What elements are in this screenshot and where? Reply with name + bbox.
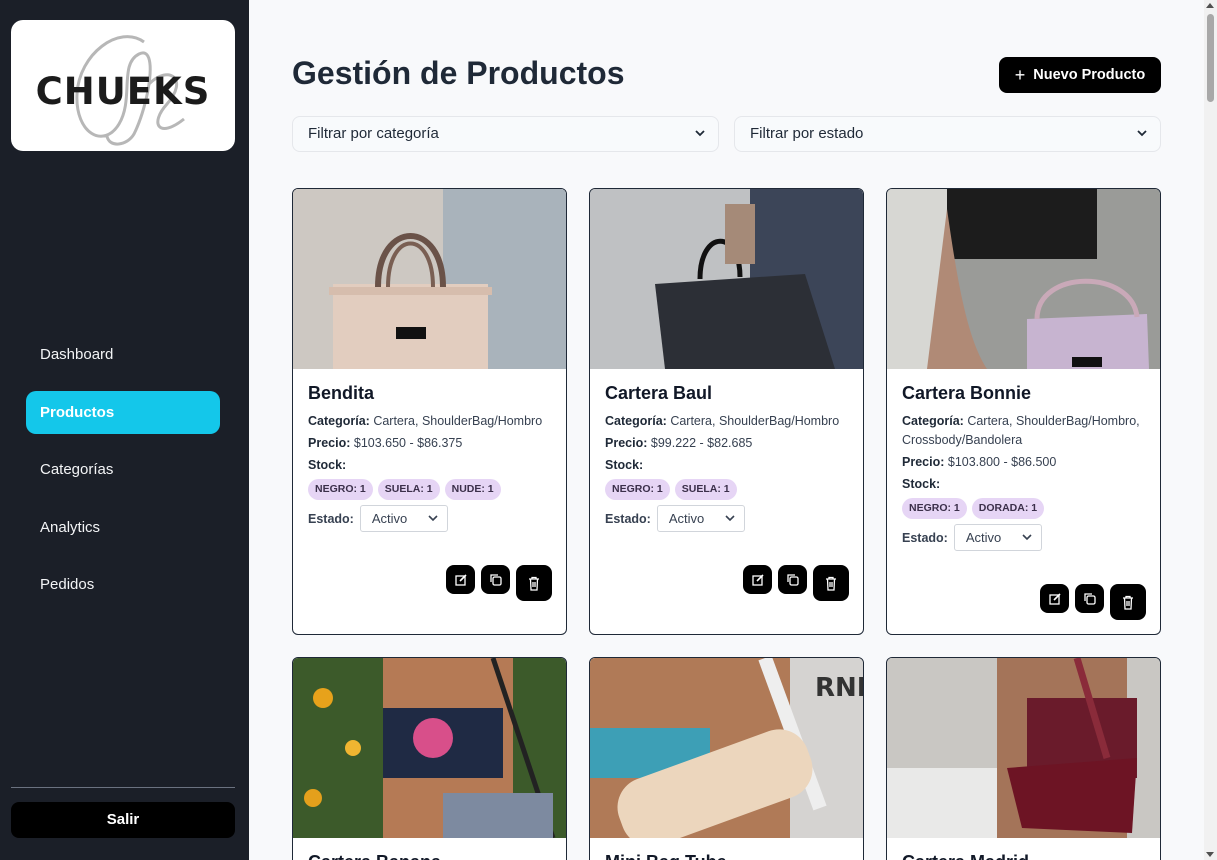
sidebar-divider	[11, 787, 235, 788]
edit-icon	[1048, 592, 1061, 605]
product-name: Bendita	[308, 383, 375, 403]
status-filter-select[interactable]: Filtrar por estado	[734, 116, 1161, 152]
copy-icon	[489, 573, 502, 586]
new-product-button[interactable]: + Nuevo Producto	[999, 57, 1161, 93]
plus-icon: +	[1014, 65, 1026, 85]
product-price: Precio: $103.650 - $86.375	[308, 436, 463, 450]
duplicate-button[interactable]	[778, 565, 807, 594]
card-actions	[446, 565, 552, 601]
edit-icon	[454, 573, 467, 586]
svg-text:RNE: RNE	[815, 673, 863, 703]
stock-badge: NUDE: 1	[444, 479, 501, 500]
status-row: Estado: Activo	[308, 505, 551, 532]
sidebar-item-analytics[interactable]: Analytics	[26, 506, 220, 549]
copy-icon	[786, 573, 799, 586]
sidebar-item-dashboard[interactable]: Dashboard	[26, 333, 220, 376]
product-image	[887, 189, 1160, 369]
product-card: Cartera Madrid	[886, 657, 1161, 860]
sidebar-item-pedidos[interactable]: Pedidos	[26, 563, 220, 606]
sidebar-item-categorias[interactable]: Categorías	[26, 448, 220, 491]
new-product-label: Nuevo Producto	[1033, 67, 1146, 83]
scroll-thumb[interactable]	[1207, 14, 1214, 102]
status-label: Estado:	[902, 530, 948, 545]
stock-badges: NEGRO: 1 DORADA: 1	[902, 498, 1145, 519]
logout-button[interactable]: Salir	[11, 802, 235, 838]
sidebar-item-productos[interactable]: Productos	[26, 390, 220, 434]
trash-icon	[1123, 595, 1133, 610]
category-filter-label: Filtrar por categoría	[308, 125, 439, 142]
delete-button[interactable]	[516, 565, 552, 601]
status-select[interactable]: Activo	[359, 505, 448, 532]
product-price: Precio: $103.800 - $86.500	[902, 455, 1057, 469]
card-actions	[743, 565, 849, 601]
sidebar: CHUEKS Dashboard Productos Categorías An…	[0, 0, 249, 860]
product-image: RNE	[590, 658, 863, 838]
product-name: Cartera Bonnie	[902, 383, 1032, 403]
product-image	[590, 189, 863, 369]
product-name: Cartera Madrid	[902, 852, 1145, 860]
trash-icon	[826, 576, 836, 591]
sidebar-nav: Dashboard Productos Categorías Analytics…	[26, 333, 220, 621]
category-filter-select[interactable]: Filtrar por categoría	[292, 116, 719, 152]
status-row: Estado: Activo	[902, 524, 1145, 551]
stock-badge: NEGRO: 1	[902, 498, 967, 519]
delete-button[interactable]	[813, 565, 849, 601]
copy-icon	[1083, 592, 1096, 605]
page-title: Gestión de Productos	[292, 55, 625, 91]
stock-badge: NEGRO: 1	[308, 479, 373, 500]
status-select[interactable]: Activo	[656, 505, 745, 532]
stock-badge: NEGRO: 1	[605, 479, 670, 500]
product-image	[293, 658, 566, 838]
chevron-down-icon	[427, 506, 439, 539]
edit-icon	[751, 573, 764, 586]
chevron-down-icon	[1021, 525, 1033, 558]
chevron-down-icon	[694, 117, 706, 164]
product-categories: Categoría: Cartera, ShoulderBag/Hombro	[308, 414, 543, 428]
stock-label: Stock:	[308, 458, 347, 472]
edit-button[interactable]	[446, 565, 475, 594]
status-select[interactable]: Activo	[953, 524, 1042, 551]
logo-text: CHUEKS	[35, 70, 211, 113]
stock-label: Stock:	[902, 477, 941, 491]
chevron-down-icon	[1136, 117, 1148, 164]
stock-badge: SUELA: 1	[674, 479, 737, 500]
stock-badge: DORADA: 1	[971, 498, 1045, 519]
status-label: Estado:	[308, 511, 354, 526]
scroll-down-arrow-icon[interactable]	[1206, 852, 1214, 857]
product-name: Mini Bag Tube	[605, 852, 848, 860]
stock-badge: SUELA: 1	[377, 479, 440, 500]
chevron-down-icon	[724, 506, 736, 539]
status-label: Estado:	[605, 511, 651, 526]
edit-button[interactable]	[1040, 584, 1069, 613]
product-name: Cartera Banana	[308, 852, 551, 860]
product-card: Bendita Categoría: Cartera, ShoulderBag/…	[292, 188, 567, 635]
duplicate-button[interactable]	[481, 565, 510, 594]
product-image	[887, 658, 1160, 838]
product-card: Cartera Banana	[292, 657, 567, 860]
stock-badges: NEGRO: 1 SUELA: 1 NUDE: 1	[308, 479, 551, 500]
brand-logo[interactable]: CHUEKS	[11, 20, 235, 151]
product-card: Cartera Bonnie Categoría: Cartera, Shoul…	[886, 188, 1161, 635]
product-name: Cartera Baul	[605, 383, 713, 403]
delete-button[interactable]	[1110, 584, 1146, 620]
product-price: Precio: $99.222 - $82.685	[605, 436, 753, 450]
product-image	[293, 189, 566, 369]
product-categories: Categoría: Cartera, ShoulderBag/Hombro	[605, 414, 840, 428]
product-card: RNE Mini Bag Tube	[589, 657, 864, 860]
status-filter-label: Filtrar por estado	[750, 125, 864, 142]
trash-icon	[529, 576, 539, 591]
product-card: Cartera Baul Categoría: Cartera, Shoulde…	[589, 188, 864, 635]
stock-badges: NEGRO: 1 SUELA: 1	[605, 479, 848, 500]
stock-label: Stock:	[605, 458, 644, 472]
scrollbar[interactable]	[1204, 0, 1217, 860]
edit-button[interactable]	[743, 565, 772, 594]
card-actions	[1040, 584, 1146, 620]
duplicate-button[interactable]	[1075, 584, 1104, 613]
product-categories: Categoría: Cartera, ShoulderBag/Hombro, …	[902, 414, 1140, 447]
scroll-up-arrow-icon[interactable]	[1206, 3, 1214, 8]
status-row: Estado: Activo	[605, 505, 848, 532]
